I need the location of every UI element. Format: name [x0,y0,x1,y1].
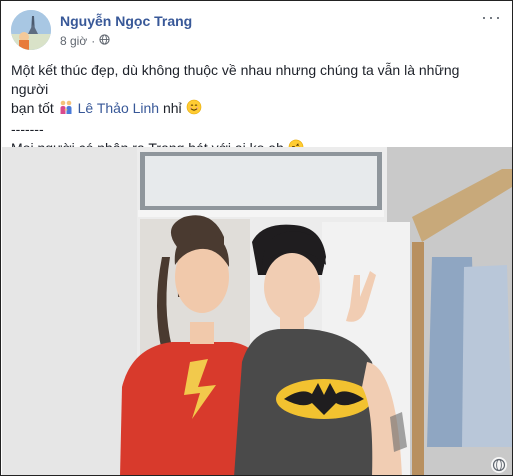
post-line-1: Một kết thúc đẹp, dù không thuộc về nhau… [11,62,460,97]
post-photo[interactable] [2,147,512,475]
author-avatar[interactable] [11,10,51,50]
post-header: Nguyễn Ngọc Trang 8 giờ · ··· [11,8,502,52]
people-holding-hands-icon [58,99,74,120]
post-meta: 8 giờ · [60,34,110,48]
meta-separator: · [91,34,96,48]
post-line-2-prefix: bạn tốt [11,100,54,116]
globe-icon[interactable] [99,34,110,48]
post-card: Nguyễn Ngọc Trang 8 giờ · ··· Một kết th… [0,0,513,476]
post-line-2-suffix: nhỉ [162,100,182,116]
mention-link[interactable]: Lê Thảo Linh [78,100,159,116]
author-name[interactable]: Nguyễn Ngọc Trang [60,13,192,29]
post-separator: ------- [11,121,44,137]
post-time[interactable]: 8 giờ [60,34,87,48]
more-options-button[interactable]: ··· [481,8,502,26]
post-line-2: bạn tốt Lê Thảo Linh nhỉ [11,99,500,120]
post-text: Một kết thúc đẹp, dù không thuộc về nhau… [11,61,500,160]
smiling-face-icon [186,99,202,120]
